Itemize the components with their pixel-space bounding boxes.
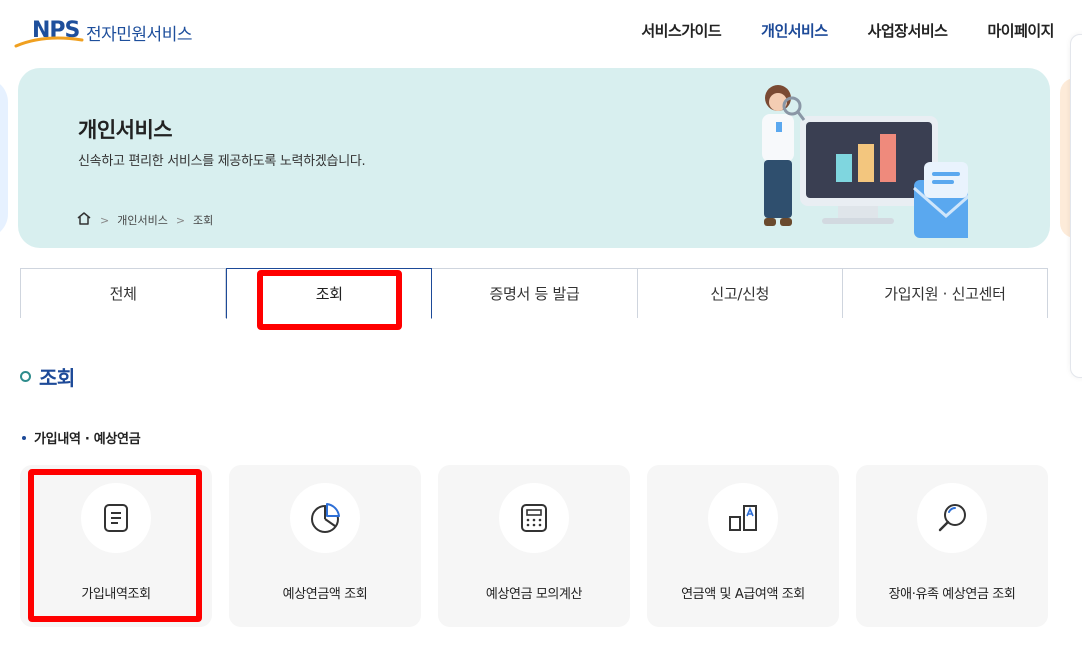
tab-certificate[interactable]: 증명서 등 발급 xyxy=(432,268,638,318)
breadcrumb-separator: > xyxy=(175,213,186,227)
card-icon-circle xyxy=(708,483,778,553)
breadcrumb-item-personal[interactable]: 개인서비스 xyxy=(117,212,168,228)
document-icon xyxy=(104,504,128,532)
nps-logo-mark: NPS xyxy=(14,14,84,50)
card-icon-circle xyxy=(81,483,151,553)
nav-my-page[interactable]: 마이페이지 xyxy=(987,20,1054,41)
card-expected-pension[interactable]: 예상연금액 조회 xyxy=(229,465,421,627)
card-icon-circle xyxy=(290,483,360,553)
home-icon[interactable] xyxy=(76,211,92,229)
banner-illustration xyxy=(762,85,968,238)
nav-personal-service[interactable]: 개인서비스 xyxy=(761,20,828,41)
breadcrumb: > 개인서비스 > 조회 xyxy=(76,211,213,229)
card-icon-circle xyxy=(499,483,569,553)
pie-chart-icon xyxy=(311,503,340,533)
card-pension-simulation[interactable]: 예상연금 모의계산 xyxy=(438,465,630,627)
card-label: 예상연금 모의계산 xyxy=(485,587,583,602)
tab-report-apply[interactable]: 신고/신청 xyxy=(637,268,843,318)
calculator-icon xyxy=(521,504,547,532)
section-title: 조회 xyxy=(39,366,75,390)
subsection-heading: 가입내역 · 예상연금 xyxy=(22,428,141,447)
compare-icon xyxy=(729,505,757,531)
card-enrollment-history[interactable]: 가입내역조회 xyxy=(20,465,212,627)
site-logo[interactable]: NPS 전자민원서비스 xyxy=(14,14,192,50)
tab-all[interactable]: 전체 xyxy=(20,268,227,318)
logo-swoosh-icon xyxy=(14,36,84,48)
site-header: NPS 전자민원서비스 서비스가이드 개인서비스 사업장서비스 마이페이지 xyxy=(0,0,1082,62)
page-title: 개인서비스 xyxy=(78,118,173,142)
service-card-list: 가입내역조회 예상연금액 조회 예상연금 모의계산 연금액 및 A급여액 조회 … xyxy=(20,465,1048,627)
card-label: 장애·유족 예상연금 조회 xyxy=(888,587,1016,602)
subsection-title: 가입내역 · 예상연금 xyxy=(34,432,141,447)
nav-business-service[interactable]: 사업장서비스 xyxy=(868,20,948,41)
breadcrumb-item-inquiry: 조회 xyxy=(193,214,214,227)
magnifier-icon xyxy=(938,504,966,532)
nav-service-guide[interactable]: 서비스가이드 xyxy=(641,20,721,41)
logo-service-name: 전자민원서비스 xyxy=(86,24,192,45)
side-decoration-left xyxy=(0,78,8,238)
breadcrumb-separator: > xyxy=(100,213,110,227)
global-nav: 서비스가이드 개인서비스 사업장서비스 마이페이지 xyxy=(641,20,1054,41)
tab-support-center[interactable]: 가입지원 · 신고센터 xyxy=(842,268,1049,318)
section-heading: 조회 xyxy=(20,362,75,391)
ring-bullet-icon xyxy=(20,371,31,382)
page-description: 신속하고 편리한 서비스를 제공하도록 노력하겠습니다. xyxy=(78,154,366,169)
category-tabs: 전체 조회 증명서 등 발급 신고/신청 가입지원 · 신고센터 xyxy=(20,268,1049,319)
page-banner: 개인서비스 신속하고 편리한 서비스를 제공하도록 노력하겠습니다. > 개인서… xyxy=(18,68,1050,248)
card-label: 예상연금액 조회 xyxy=(282,587,368,602)
tab-inquiry[interactable]: 조회 xyxy=(226,268,433,319)
card-disability-survivor[interactable]: 장애·유족 예상연금 조회 xyxy=(856,465,1048,627)
card-pension-a-benefit[interactable]: 연금액 및 A급여액 조회 xyxy=(647,465,839,627)
card-label: 가입내역조회 xyxy=(81,587,151,602)
quick-menu-panel[interactable] xyxy=(1070,34,1082,378)
card-icon-circle xyxy=(917,483,987,553)
dot-bullet-icon xyxy=(22,435,26,440)
card-label: 연금액 및 A급여액 조회 xyxy=(681,587,805,602)
